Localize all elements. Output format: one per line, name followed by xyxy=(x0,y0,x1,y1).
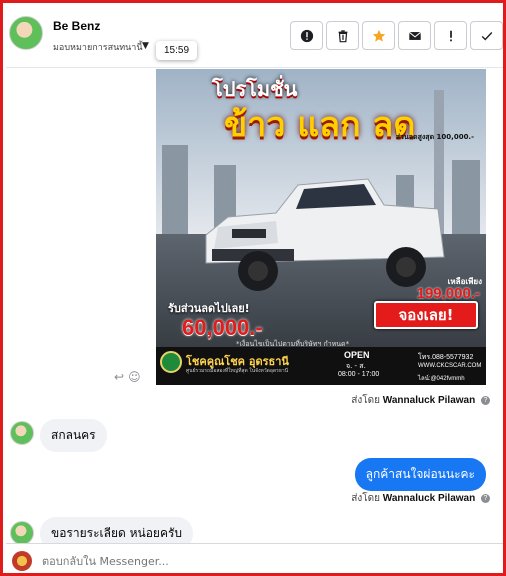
dealer-logo xyxy=(160,351,182,373)
conversation-header: Be Benz มอบหมายการสนทนานี้ ▼ 15:59 xyxy=(6,6,503,68)
info-icon[interactable]: ? xyxy=(481,395,490,405)
reply-icon[interactable]: ↩ xyxy=(114,370,124,384)
contact-avatar-small[interactable] xyxy=(10,421,34,445)
promo-image[interactable]: โปรโมชั่น ข้าว แลก ลด ส่วนลดสูงสุด 100,0… xyxy=(156,69,486,385)
star-button[interactable] xyxy=(362,21,395,50)
promo-discount-amount: 60,000.- xyxy=(182,315,263,340)
pickup-truck-image xyxy=(205,178,445,291)
message-actions: ↩ ☺ xyxy=(114,370,141,384)
promo-book-badge: จองเลย! xyxy=(374,301,478,329)
sent-by-label: ส่งโดย Wannaluck Pilawan ? xyxy=(351,393,490,408)
chevron-down-icon[interactable]: ▼ xyxy=(142,41,149,51)
done-button[interactable] xyxy=(470,21,503,50)
dealer-line-id: ไลน์:@042fvmmh xyxy=(418,376,465,382)
incoming-message[interactable]: ขอรายระเลียด หน่อยครับ xyxy=(40,517,194,543)
contact-name[interactable]: Be Benz xyxy=(53,19,100,33)
sent-by-label: ส่งโดย Wannaluck Pilawan ? xyxy=(351,491,490,506)
timestamp-tooltip: 15:59 xyxy=(156,41,198,60)
spam-button[interactable] xyxy=(434,21,467,50)
alert-circle-icon xyxy=(300,29,313,42)
contact-avatar-small[interactable] xyxy=(10,521,34,543)
assign-conversation-label[interactable]: มอบหมายการสนทนานี้ xyxy=(53,40,143,54)
delete-button[interactable] xyxy=(326,21,359,50)
sender-name[interactable]: Wannaluck Pilawan xyxy=(383,395,475,406)
sender-name[interactable]: Wannaluck Pilawan xyxy=(383,493,475,504)
open-hours: 08:00 - 17:00 xyxy=(338,371,380,378)
open-label: OPEN xyxy=(344,350,370,360)
message-list[interactable]: โปรโมชั่น ข้าว แลก ลด ส่วนลดสูงสุด 100,0… xyxy=(6,69,503,543)
check-icon xyxy=(481,31,492,41)
star-icon xyxy=(372,29,385,42)
contact-avatar[interactable] xyxy=(9,16,43,50)
message-composer xyxy=(6,543,503,573)
mark-unread-button[interactable] xyxy=(398,21,431,50)
reply-input[interactable] xyxy=(42,552,482,570)
outgoing-message[interactable]: ลูกค้าสนใจผ่อนนะคะ xyxy=(354,458,486,491)
trash-icon xyxy=(338,29,347,42)
promo-headline: ข้าว แลก ลด xyxy=(224,105,416,145)
dealer-phone: โทร.088-5577932 xyxy=(418,354,474,361)
dealer-website: WWW.CKCSCAR.COM xyxy=(418,363,482,369)
report-button[interactable] xyxy=(290,21,323,50)
page-avatar xyxy=(12,551,32,571)
exclamation-icon xyxy=(449,30,452,41)
emoji-icon[interactable]: ☺ xyxy=(128,370,141,384)
promo-price: 199,000.- xyxy=(416,285,480,302)
dealer-tagline: ศูนย์รวมรถมือสองที่ใหญ่ที่สุด ในจังหวัดอ… xyxy=(186,368,289,374)
incoming-message[interactable]: สกลนคร xyxy=(40,419,107,452)
info-icon[interactable]: ? xyxy=(481,493,490,503)
sent-by-prefix: ส่งโดย xyxy=(351,493,380,504)
header-actions xyxy=(290,21,503,50)
sent-by-prefix: ส่งโดย xyxy=(351,395,380,406)
promo-building xyxy=(452,160,480,235)
promo-max-discount: ส่วนลดสูงสุด 100,000.- xyxy=(395,133,474,141)
app-frame: Be Benz มอบหมายการสนทนานี้ ▼ 15:59 โปรโม… xyxy=(0,0,506,576)
envelope-icon xyxy=(408,31,421,40)
promo-building xyxy=(162,145,188,235)
